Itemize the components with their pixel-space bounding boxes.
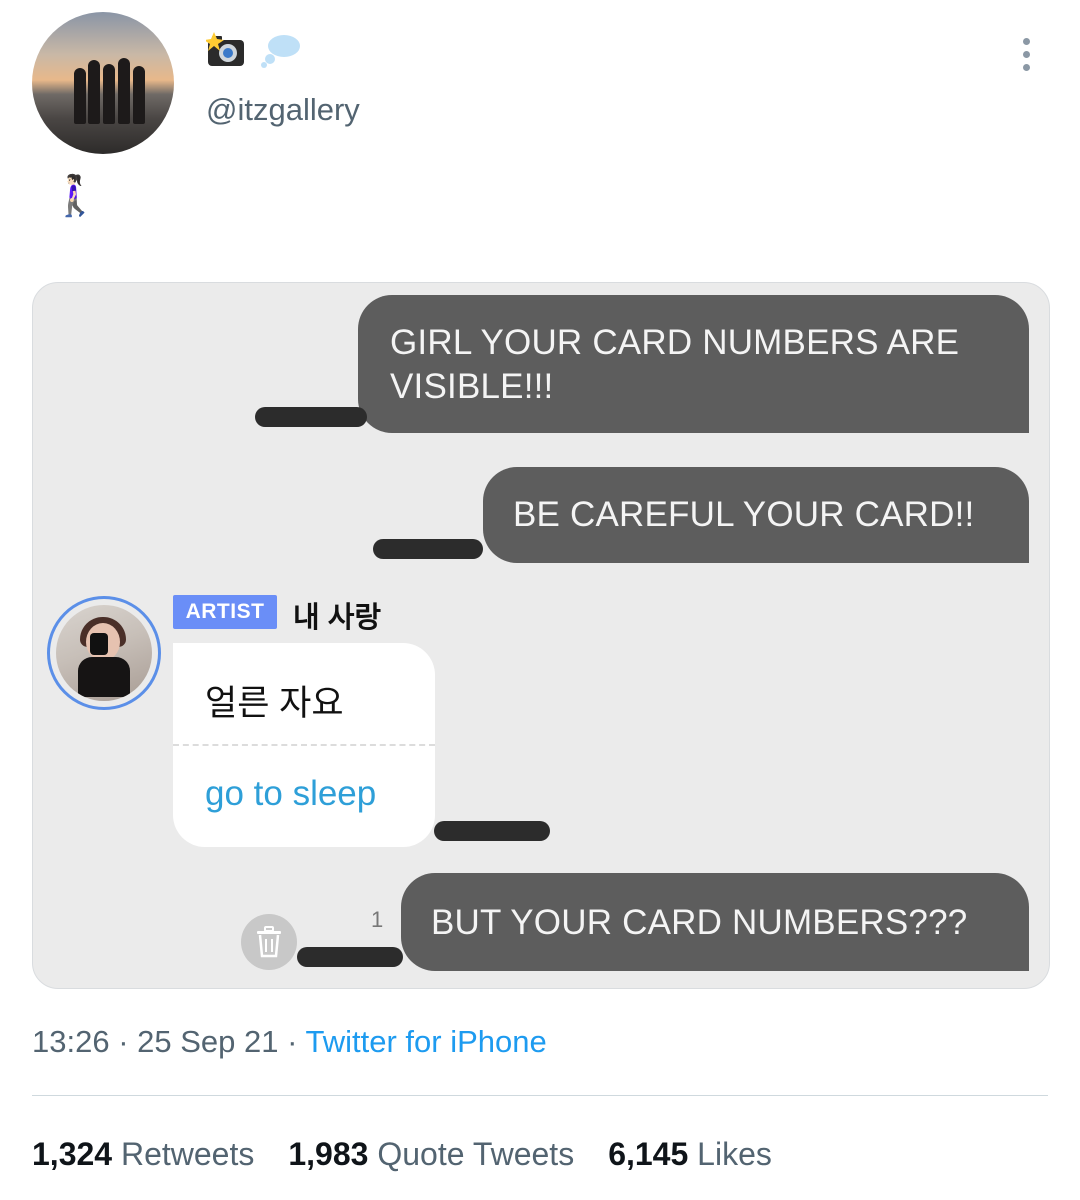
message-translation: go to sleep [205, 774, 377, 813]
artist-avatar[interactable] [47, 596, 161, 710]
message-text: BUT YOUR CARD NUMBERS??? [431, 903, 968, 942]
message-text-korean: 얼른 자요 [205, 684, 344, 723]
outgoing-message-bubble: BE CAREFUL YOUR CARD!! [483, 467, 1029, 563]
outgoing-message-bubble: GIRL YOUR CARD NUMBERS ARE VISIBLE!!! [358, 295, 1029, 433]
tweet-metadata: 13:26 · 25 Sep 21 · Twitter for iPhone [32, 1024, 547, 1060]
artist-badge: ARTIST [173, 595, 277, 629]
message-text: BE CAREFUL YOUR CARD!! [513, 495, 975, 534]
unread-count: 1 [371, 907, 384, 932]
outgoing-message-bubble: BUT YOUR CARD NUMBERS??? [401, 873, 1029, 971]
trash-icon[interactable] [241, 914, 297, 970]
incoming-message-bubble: 얼른 자요 go to sleep [173, 643, 435, 847]
user-handle[interactable]: @itzgallery [206, 92, 360, 128]
thought-bubble-icon [260, 32, 302, 77]
meta-separator: · [278, 1024, 306, 1059]
message-text: GIRL YOUR CARD NUMBERS ARE [390, 323, 960, 362]
artist-name: 내 사랑 [293, 602, 382, 634]
profile-avatar[interactable] [32, 12, 174, 154]
tweet-time[interactable]: 13:26 [32, 1024, 110, 1059]
camera-flash-icon [204, 31, 246, 77]
tweet-date[interactable]: 25 Sep 21 [137, 1024, 278, 1059]
tweet-stats: 1,324 Retweets 1,983 Quote Tweets 6,145 … [32, 1136, 772, 1173]
quote-tweets-stat[interactable]: 1,983 Quote Tweets [288, 1136, 574, 1173]
redacted-timestamp [255, 407, 367, 427]
redacted-timestamp [373, 539, 483, 559]
divider [32, 1095, 1048, 1096]
translation-divider [173, 744, 435, 746]
retweets-stat[interactable]: 1,324 Retweets [32, 1136, 254, 1173]
message-text: VISIBLE!!! [390, 367, 554, 406]
redacted-timestamp [297, 947, 403, 967]
meta-separator: · [109, 1024, 138, 1059]
tweet-media-image[interactable]: GIRL YOUR CARD NUMBERS ARE VISIBLE!!! BE… [32, 282, 1050, 989]
tweet-text: 🚶🏻‍♀️ [50, 174, 100, 218]
likes-stat[interactable]: 6,145 Likes [608, 1136, 772, 1173]
more-options-icon[interactable] [1008, 34, 1044, 74]
tweet-source-link[interactable]: Twitter for iPhone [306, 1024, 547, 1059]
redacted-timestamp [434, 821, 550, 841]
display-name[interactable] [204, 31, 302, 77]
